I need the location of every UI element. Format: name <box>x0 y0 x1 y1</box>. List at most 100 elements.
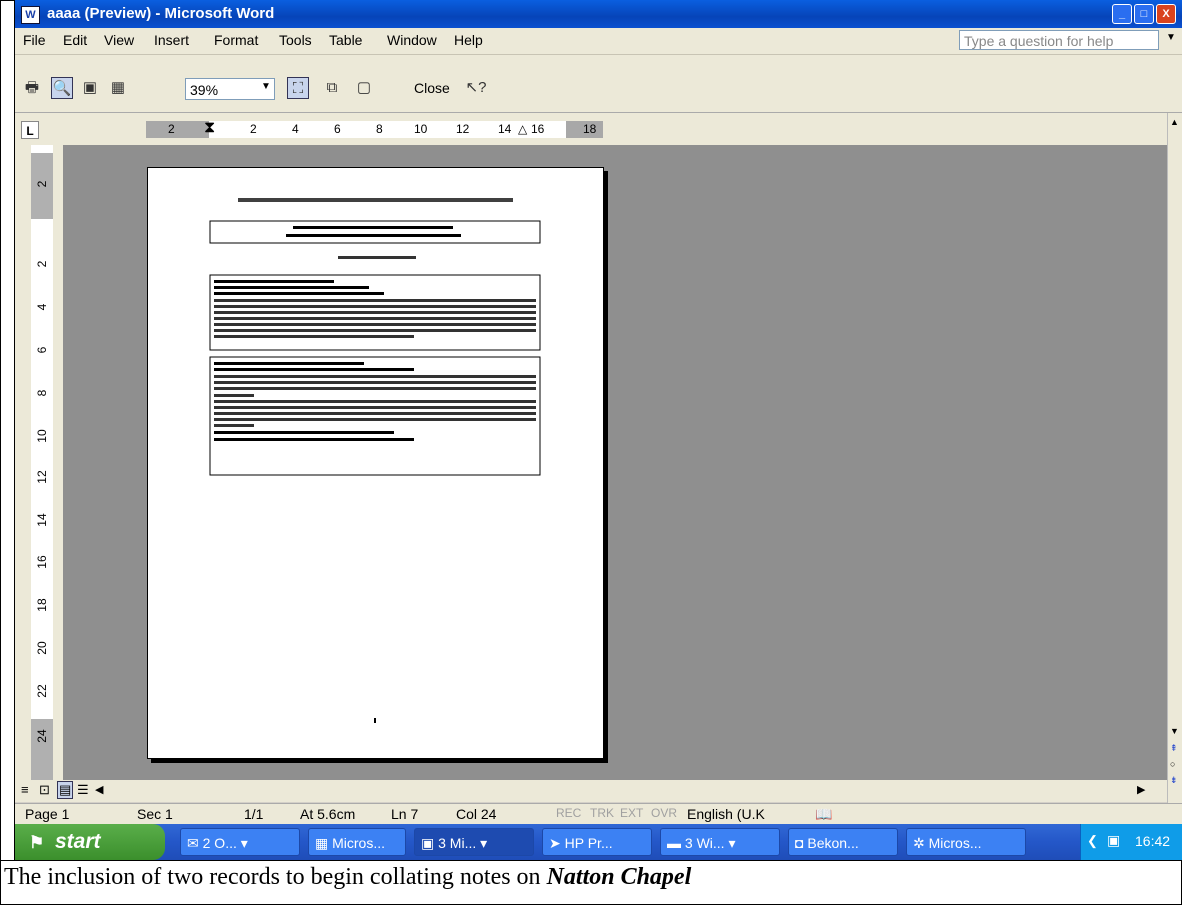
taskbar-item-label: Micros... <box>928 835 982 851</box>
shrink-to-fit-icon[interactable]: ⧉ <box>321 77 343 99</box>
menu-view[interactable]: View <box>104 32 134 48</box>
status-language[interactable]: English (U.K <box>687 806 765 822</box>
menu-bar: File Edit View Insert Format Tools Table… <box>15 28 1182 55</box>
caption-text: The inclusion of two records to begin co… <box>4 864 547 890</box>
web-layout-icon[interactable]: ⊡ <box>39 782 50 798</box>
menu-tools[interactable]: Tools <box>279 32 312 48</box>
caption-bold-text: Natton Chapel <box>546 864 692 890</box>
outline-view-icon[interactable]: ☰ <box>77 782 89 798</box>
taskbar-item-bekon[interactable]: ◘ Bekon... <box>788 828 898 856</box>
help-search-input[interactable]: Type a question for help <box>959 30 1159 50</box>
ruler-label: 22 <box>35 684 49 698</box>
title-bar: W aaaa (Preview) - Microsoft Word _ □ X <box>15 0 1182 28</box>
menu-table[interactable]: Table <box>329 32 362 48</box>
start-button[interactable]: ⚑ start <box>15 824 165 860</box>
ruler-label: 24 <box>35 729 49 743</box>
taskbar-item-microsoft[interactable]: ✲ Micros... <box>906 828 1026 856</box>
print-icon[interactable]: 🖶 <box>21 77 43 99</box>
windows-taskbar: ⚑ start ✉ 2 O... ▾ ▦ Micros... ▣ 3 Mi...… <box>15 824 1182 860</box>
status-page-count: 1/1 <box>244 806 264 822</box>
taskbar-item-word[interactable]: ▣ 3 Mi... ▾ <box>414 828 534 856</box>
horizontal-ruler-row: L 2 ⧗ 2 4 6 8 10 12 14 △ 16 18 <box>15 113 1182 145</box>
next-page-icon[interactable]: ⇟ <box>1170 775 1178 786</box>
full-screen-icon[interactable]: ▢ <box>353 77 375 99</box>
document-page-preview[interactable] <box>147 167 604 759</box>
close-window-button[interactable]: X <box>1156 4 1176 24</box>
scroll-left-icon[interactable]: ◀ <box>95 783 103 796</box>
status-rec[interactable]: REC <box>556 806 581 820</box>
status-page: Page 1 <box>25 806 70 822</box>
print-preview-toolbar: 🖶 🔍 ▣ ▦ 39% ▼ ⛶ ⧉ ▢ Close ↖? <box>15 55 1182 113</box>
ruler-label: 16 <box>35 555 49 569</box>
ruler-label: 16 <box>531 122 545 136</box>
taskbar-item-hp[interactable]: ➤ HP Pr... <box>542 828 652 856</box>
scroll-right-icon[interactable]: ▶ <box>1137 783 1145 796</box>
menu-window[interactable]: Window <box>387 32 437 48</box>
taskbar-item-excel[interactable]: ▦ Micros... <box>308 828 406 856</box>
taskbar-item-outlook[interactable]: ✉ 2 O... ▾ <box>180 828 300 856</box>
multiple-pages-icon[interactable]: ▦ <box>107 77 129 99</box>
help-dropdown-icon[interactable]: ▼ <box>1166 32 1176 43</box>
caption-divider <box>0 860 1182 861</box>
windows-flag-icon: ⚑ <box>29 833 45 852</box>
ruler-label: 14 <box>498 122 512 136</box>
one-page-icon[interactable]: ▣ <box>79 77 101 99</box>
spelling-status-icon[interactable]: 📖 <box>815 806 832 823</box>
ruler-label: 18 <box>583 122 597 136</box>
status-trk[interactable]: TRK <box>590 806 614 820</box>
tab-selector-button[interactable]: L <box>21 121 39 139</box>
status-ovr[interactable]: OVR <box>651 806 677 820</box>
ruler-label: 14 <box>35 513 49 527</box>
ruler-label: 12 <box>456 122 470 136</box>
clock[interactable]: 16:42 <box>1135 833 1170 849</box>
select-browse-object-icon[interactable]: ○ <box>1170 759 1175 769</box>
status-ext[interactable]: EXT <box>620 806 643 820</box>
word-app-icon[interactable]: W <box>21 6 40 24</box>
ruler-label: 2 <box>35 180 49 188</box>
view-ruler-icon[interactable]: ⛶ <box>287 77 309 99</box>
status-section: Sec 1 <box>137 806 173 822</box>
vertical-scrollbar[interactable]: ▲ ▼ ⇞ ○ ⇟ <box>1167 113 1182 803</box>
taskbar-item-label: 3 Wi... <box>684 835 725 851</box>
ruler-label: 4 <box>35 303 49 311</box>
menu-help[interactable]: Help <box>454 32 483 48</box>
minimize-button[interactable]: _ <box>1112 4 1132 24</box>
ruler-left-margin <box>146 121 209 138</box>
system-tray: ❮ ▣ 16:42 <box>1080 824 1182 860</box>
print-layout-icon[interactable]: ▤ <box>57 781 74 799</box>
taskbar-item-label: Bekon... <box>807 835 859 851</box>
status-bar: Page 1 Sec 1 1/1 At 5.6cm Ln 7 Col 24 RE… <box>15 803 1182 825</box>
tray-expand-icon[interactable]: ❮ <box>1087 833 1098 849</box>
right-indent-marker-icon[interactable]: △ <box>518 122 527 136</box>
taskbar-item-label: 2 O... <box>202 835 237 851</box>
menu-format[interactable]: Format <box>214 32 258 48</box>
menu-edit[interactable]: Edit <box>63 32 87 48</box>
view-buttons-and-hscroll: ≡ ⊡ ▤ ☰ ◀ ▶ <box>15 780 1167 802</box>
menu-file[interactable]: File <box>23 32 46 48</box>
taskbar-item-explorer[interactable]: ▬ 3 Wi... ▾ <box>660 828 780 856</box>
scroll-down-icon[interactable]: ▼ <box>1170 726 1179 736</box>
normal-view-icon[interactable]: ≡ <box>21 782 29 797</box>
window-title: aaaa (Preview) - Microsoft Word <box>47 5 275 22</box>
context-help-icon[interactable]: ↖? <box>465 77 487 99</box>
ruler-label: 6 <box>334 122 341 136</box>
status-line: Ln 7 <box>391 806 419 822</box>
vertical-ruler[interactable]: 2 2 4 6 8 10 12 14 16 18 20 22 24 <box>15 145 63 780</box>
ruler-label: 10 <box>35 429 49 443</box>
indent-marker-icon[interactable]: ⧗ <box>204 119 215 137</box>
horizontal-ruler[interactable]: 2 ⧗ 2 4 6 8 10 12 14 △ 16 18 <box>146 119 603 138</box>
ruler-label: 6 <box>35 346 49 354</box>
previous-page-icon[interactable]: ⇞ <box>1170 743 1178 754</box>
maximize-button[interactable]: □ <box>1134 4 1154 24</box>
status-position: At 5.6cm <box>300 806 356 822</box>
zoom-dropdown-icon[interactable]: ▼ <box>261 81 271 92</box>
magnifier-icon[interactable]: 🔍 <box>51 77 73 99</box>
ruler-label: 4 <box>292 122 299 136</box>
ruler-label: 2 <box>250 122 257 136</box>
tray-app-icon[interactable]: ▣ <box>1107 832 1120 849</box>
scroll-up-icon[interactable]: ▲ <box>1170 117 1179 127</box>
ruler-label: 2 <box>168 122 175 136</box>
menu-insert[interactable]: Insert <box>154 32 189 48</box>
ruler-label: 2 <box>35 260 49 268</box>
close-preview-button[interactable]: Close <box>414 80 450 96</box>
